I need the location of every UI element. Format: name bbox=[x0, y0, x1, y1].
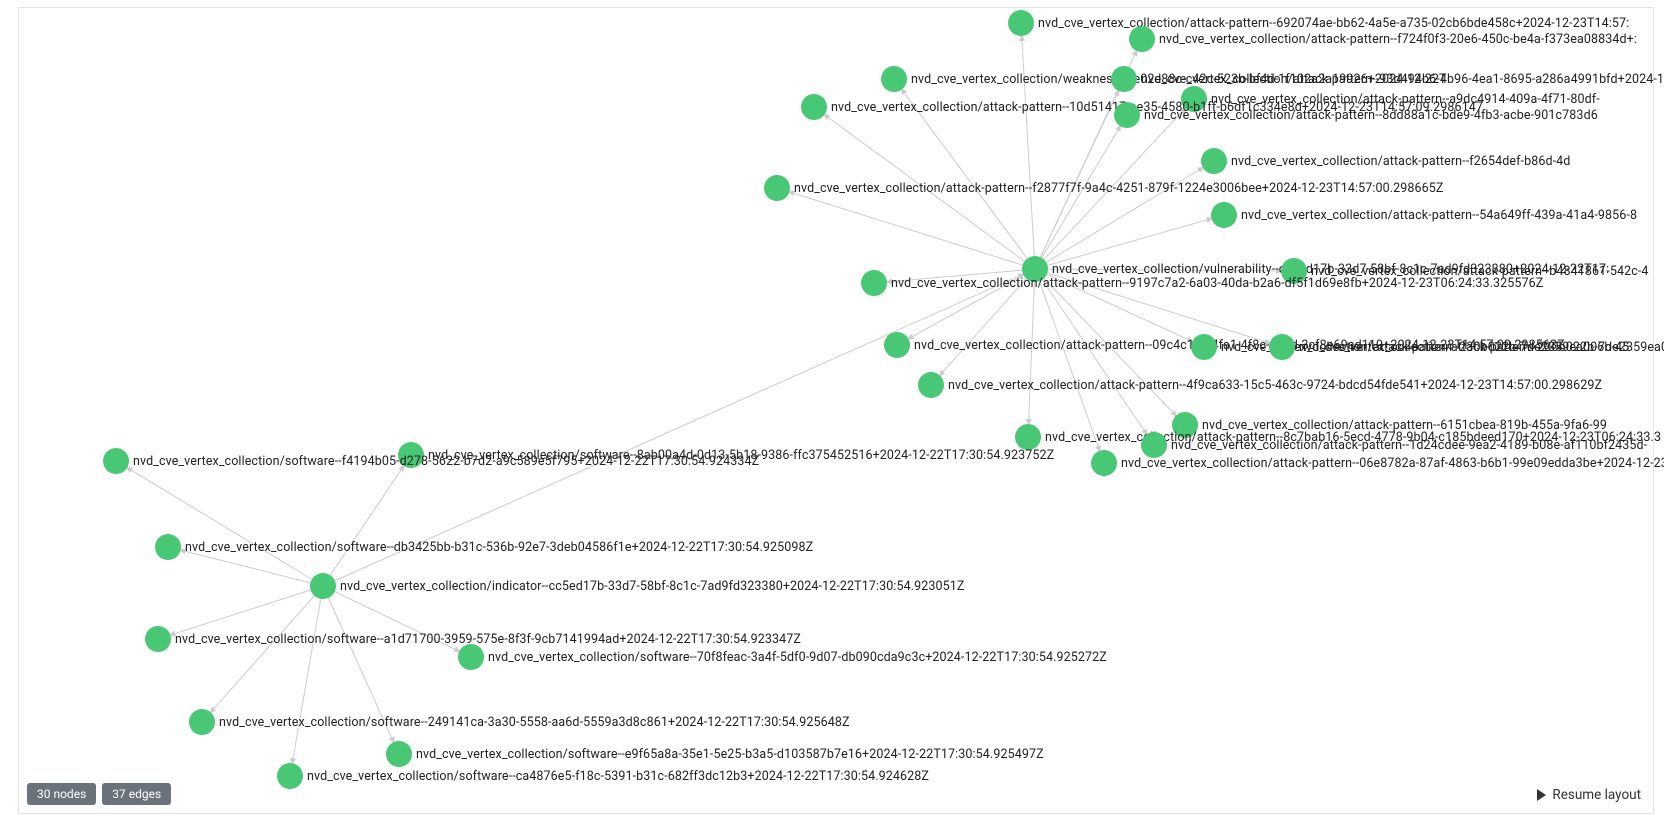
node-label: nvd_cve_vertex_collection/attack-pattern… bbox=[1299, 340, 1664, 355]
node-dot bbox=[881, 66, 907, 92]
play-icon bbox=[1537, 789, 1546, 801]
node-dot bbox=[458, 644, 484, 670]
node-dot bbox=[155, 534, 181, 560]
node-label: nvd_cve_vertex_collection/attack-pattern… bbox=[891, 276, 1543, 291]
node-dot bbox=[1191, 334, 1217, 360]
node-dot bbox=[1111, 66, 1137, 92]
node-label: nvd_cve_vertex_collection/attack-pattern… bbox=[1121, 456, 1664, 471]
node-dot bbox=[277, 763, 303, 789]
node-dot bbox=[801, 94, 827, 120]
node-count-badge: 30 nodes bbox=[27, 783, 96, 805]
node-dot bbox=[884, 332, 910, 358]
graph-node[interactable]: nvd_cve_vertex_collection/attack-pattern… bbox=[1091, 450, 1664, 476]
node-label: nvd_cve_vertex_collection/software--ca48… bbox=[307, 769, 929, 784]
graph-node[interactable]: nvd_cve_vertex_collection/attack-pattern… bbox=[764, 175, 1444, 201]
node-dot bbox=[764, 175, 790, 201]
node-label: nvd_cve_vertex_collection/attack-pattern… bbox=[794, 181, 1444, 196]
edge-layer bbox=[19, 8, 1653, 813]
graph-node[interactable]: nvd_cve_vertex_collection/software--2491… bbox=[189, 709, 850, 735]
graph-node[interactable]: nvd_cve_vertex_collection/attack-pattern… bbox=[918, 372, 1602, 398]
resume-layout-label: Resume layout bbox=[1552, 787, 1641, 803]
graph-node[interactable]: nvd_cve_vertex_collection/software--db34… bbox=[155, 534, 813, 560]
graph-node[interactable]: nvd_cve_vertex_collection/attack-pattern… bbox=[1129, 26, 1637, 52]
node-label: nvd_cve_vertex_collection/attack-pattern… bbox=[1241, 208, 1637, 223]
node-dot bbox=[1129, 26, 1155, 52]
node-dot bbox=[918, 372, 944, 398]
graph-node[interactable]: nvd_cve_vertex_collection/attack-pattern… bbox=[1201, 148, 1570, 174]
graph-node[interactable]: nvd_cve_vertex_collection/software--70f8… bbox=[458, 644, 1107, 670]
graph-node[interactable]: nvd_cve_vertex_collection/software--f419… bbox=[103, 448, 759, 474]
node-dot bbox=[1211, 202, 1237, 228]
node-dot bbox=[189, 709, 215, 735]
graph-node[interactable]: nvd_cve_vertex_collection/software--ca48… bbox=[277, 763, 929, 789]
graph-node[interactable]: nvd_cve_vertex_collection/attack-pattern… bbox=[1114, 102, 1598, 128]
node-dot bbox=[1114, 102, 1140, 128]
node-dot bbox=[103, 448, 129, 474]
node-label: nvd_cve_vertex_collection/attack-pattern… bbox=[948, 378, 1602, 393]
node-label: nvd_cve_vertex_collection/attack-pattern… bbox=[1144, 108, 1598, 123]
node-dot bbox=[145, 626, 171, 652]
node-label: nvd_cve_vertex_collection/software--2491… bbox=[219, 715, 850, 730]
node-dot bbox=[1008, 10, 1034, 36]
node-label: nvd_cve_vertex_collection/attack-pattern… bbox=[1231, 154, 1570, 169]
node-dot bbox=[1269, 334, 1295, 360]
node-dot bbox=[861, 270, 887, 296]
node-label: nvd_cve_vertex_collection/indicator--cc5… bbox=[340, 579, 964, 594]
node-label: nvd_cve_vertex_collection/software--70f8… bbox=[488, 650, 1107, 665]
node-label: nvd_cve_vertex_collection/attack-pattern… bbox=[1141, 72, 1664, 87]
graph-node[interactable]: nvd_cve_vertex_collection/attack-pattern… bbox=[1269, 334, 1664, 360]
graph-node[interactable]: nvd_cve_vertex_collection/attack-pattern… bbox=[1211, 202, 1637, 228]
node-label: nvd_cve_vertex_collection/software--db34… bbox=[185, 540, 813, 555]
node-dot bbox=[1201, 148, 1227, 174]
node-dot bbox=[1091, 450, 1117, 476]
graph-node[interactable]: nvd_cve_vertex_collection/attack-pattern… bbox=[861, 270, 1543, 296]
graph-canvas[interactable]: nvd_cve_vertex_collection/vulnerability-… bbox=[18, 7, 1654, 814]
resume-layout-button[interactable]: Resume layout bbox=[1537, 787, 1641, 803]
edge-count-badge: 37 edges bbox=[102, 783, 171, 805]
node-label: nvd_cve_vertex_collection/attack-pattern… bbox=[1159, 32, 1637, 47]
node-label: nvd_cve_vertex_collection/software--e9f6… bbox=[416, 747, 1044, 762]
node-label: nvd_cve_vertex_collection/software--f419… bbox=[133, 454, 759, 469]
node-dot bbox=[310, 573, 336, 599]
graph-node[interactable]: nvd_cve_vertex_collection/indicator--cc5… bbox=[310, 573, 964, 599]
